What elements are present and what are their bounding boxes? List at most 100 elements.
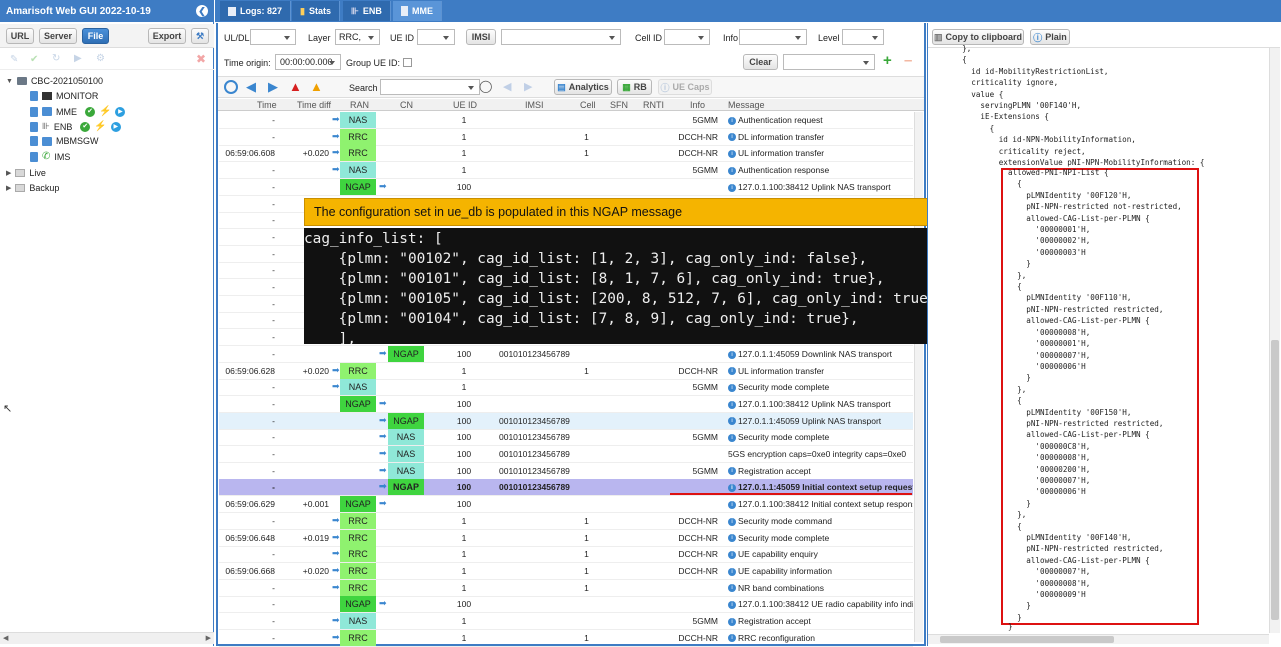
add-icon[interactable]: + [883, 53, 892, 69]
col-ran[interactable]: RAN [350, 100, 369, 110]
col-imsi[interactable]: IMSI [525, 100, 544, 110]
play-icon[interactable]: ▶ [74, 53, 82, 64]
direction-arrow-icon: ➡ [379, 347, 387, 358]
col-timediff[interactable]: Time diff [297, 100, 331, 110]
left-scrollbar[interactable]: ◀ ▶ [0, 632, 214, 644]
tab-mme[interactable]: MME [393, 1, 442, 21]
collapse-icon[interactable]: ❮ [196, 5, 208, 17]
scroll-right-icon[interactable]: ▶ [206, 634, 211, 642]
tool-icon[interactable]: ✎ [10, 54, 18, 65]
table-row[interactable]: - 1 1 DCCH-NR RRC ➡ i Security mode command [219, 512, 913, 530]
search-next-icon[interactable]: ▶ [524, 80, 532, 93]
table-row[interactable]: - 100 NGAP ➡ i 127.0.1.100:38412 Uplink NAS t… [219, 178, 913, 196]
tab-enb[interactable]: ⊪ ENB [343, 1, 391, 21]
uecaps-button[interactable]: ⓘ UE Caps [658, 79, 712, 95]
play-circle-icon[interactable]: ▶ [115, 106, 126, 117]
tree-item-ims[interactable]: ✆ IMS [30, 151, 70, 162]
table-row[interactable]: - 100 001010123456789 5GMM NAS ➡ i Registration… [219, 462, 913, 480]
table-row[interactable]: 06:59:06.668 +0.020 1 1 DCCH-NR RRC ➡ i UE capab… [219, 562, 913, 580]
info-icon: i [728, 383, 736, 392]
table-row[interactable]: - 1 5GMM NAS ➡ i Security mode complete [219, 379, 913, 397]
detail-hscroll-thumb[interactable] [940, 636, 1114, 643]
delete-icon[interactable]: ✖ [196, 52, 206, 66]
scroll-left-icon[interactable]: ◀ [3, 634, 8, 642]
clock-icon[interactable] [224, 80, 238, 94]
play-circle-icon[interactable]: ▶ [110, 121, 121, 132]
table-row[interactable]: 06:59:06.608 +0.020 1 1 DCCH-NR RRC ➡ i UL infor… [219, 145, 913, 163]
url-button[interactable]: URL [6, 28, 34, 44]
info-select[interactable] [739, 29, 807, 45]
analytics-button[interactable]: ▤ Analytics [554, 79, 612, 95]
binoculars-icon[interactable]: ◯ [479, 79, 492, 93]
rb-button[interactable]: ▦ RB [617, 79, 652, 95]
tab-logs[interactable]: Logs: 827 [220, 1, 292, 21]
table-row[interactable]: - 1 1 RRC ➡ i NR band combinations [219, 579, 913, 597]
message-text: Security mode complete [738, 382, 830, 393]
tree-item-mme[interactable]: MME ✔ ⚡ ▶ [30, 106, 126, 117]
table-row[interactable]: 06:59:06.648 +0.019 1 1 DCCH-NR RRC ➡ i Security… [219, 529, 913, 547]
tree-root[interactable]: ▼ CBC-2021050100 [6, 76, 103, 86]
cell-time: - [272, 382, 275, 393]
tree-item-monitor[interactable]: MONITOR [30, 91, 98, 101]
imsi-button[interactable]: IMSI [466, 29, 496, 45]
gear-icon[interactable]: ⚙ [96, 53, 105, 64]
server-button[interactable]: Server [39, 28, 77, 44]
uldl-select[interactable] [250, 29, 296, 45]
back-icon[interactable]: ◀ [246, 79, 256, 95]
table-row[interactable]: - 1 5GMM NAS ➡ i Authentication request [219, 112, 913, 129]
export-button[interactable]: Export [148, 28, 186, 44]
search-input[interactable] [380, 79, 480, 95]
detail-vscrollbar[interactable] [1269, 48, 1280, 633]
ran-badge: RRC [340, 145, 376, 162]
tree-live[interactable]: ▶ Live [6, 168, 46, 178]
col-time[interactable]: Time [257, 100, 277, 110]
col-cell[interactable]: Cell [580, 100, 596, 110]
col-ueid[interactable]: UE ID [453, 100, 477, 110]
ueid-select[interactable] [417, 29, 455, 45]
col-rnti[interactable]: RNTI [643, 100, 664, 110]
detail-vscroll-thumb[interactable] [1271, 340, 1279, 620]
clear-select[interactable] [783, 54, 875, 70]
tree-backup[interactable]: ▶ Backup [6, 183, 59, 193]
table-row[interactable]: - 1 5GMM NAS ➡ i Registration accept [219, 613, 913, 630]
table-row[interactable]: - 1 1 DCCH-NR RRC ➡ i UE capability enquiry [219, 546, 913, 564]
warning-icon[interactable]: ▲ [310, 79, 323, 94]
table-row[interactable]: - 100 001010123456789 NAS ➡ 5GS encryption ca… [219, 446, 913, 463]
file-button[interactable]: File [82, 28, 109, 44]
cell-ue-id: 1 [461, 382, 467, 393]
error-icon[interactable]: ▲ [289, 79, 302, 94]
cellid-select[interactable] [664, 29, 710, 45]
time-origin-input[interactable]: 00:00:00.000 [275, 54, 341, 70]
log-scrollbar[interactable] [914, 112, 923, 642]
tab-stats[interactable]: ▮ Stats [292, 1, 340, 21]
col-message[interactable]: Message [728, 100, 765, 110]
remove-icon[interactable]: – [904, 53, 912, 69]
table-row[interactable]: - 100 NGAP ➡ i 127.0.1.100:38412 UE radio cap… [219, 596, 913, 614]
table-row[interactable]: - 1 5GMM NAS ➡ i Authentication response [219, 162, 913, 180]
table-row[interactable]: - 100 001010123456789 NGAP ➡ i 127.0.1.1:45059… [219, 412, 913, 430]
table-row[interactable]: - 100 NGAP ➡ i 127.0.1.100:38412 Uplink NAS t… [219, 395, 913, 413]
table-row[interactable]: - 1 1 DCCH-NR RRC ➡ i RRC reconfiguration [219, 629, 913, 647]
search-prev-icon[interactable]: ◀ [503, 80, 511, 93]
table-row[interactable]: 06:59:06.629 +0.001 100 NGAP ➡ i 127.0.1.100:3… [219, 496, 913, 514]
refresh-icon[interactable]: ↻ [52, 53, 60, 64]
group-ueid-checkbox[interactable] [403, 58, 412, 67]
table-row[interactable]: - 100 001010123456789 NGAP ➡ i 127.0.1.1:45059… [219, 345, 913, 363]
detail-hscrollbar[interactable] [928, 634, 1269, 644]
settings-button[interactable]: ⚒ [191, 28, 209, 44]
col-sfn[interactable]: SFN [610, 100, 628, 110]
check-icon[interactable]: ✔ [30, 54, 38, 65]
imsi-select[interactable] [501, 29, 621, 45]
table-row[interactable]: - 100 001010123456789 5GMM NAS ➡ i Security mod… [219, 429, 913, 447]
table-row[interactable]: - 1 1 DCCH-NR RRC ➡ i DL information transfer [219, 128, 913, 146]
analytics-icon: ▤ [557, 81, 566, 92]
level-select[interactable] [842, 29, 884, 45]
table-row[interactable]: 06:59:06.628 +0.020 1 1 DCCH-NR RRC ➡ i UL infor… [219, 362, 913, 380]
layer-select[interactable]: RRC, [335, 29, 380, 45]
clear-button[interactable]: Clear [743, 54, 778, 70]
col-info[interactable]: Info [690, 100, 705, 110]
tree-item-enb[interactable]: ⊪ ENB ✔ ⚡ ▶ [30, 121, 121, 132]
forward-icon[interactable]: ▶ [268, 79, 278, 95]
col-cn[interactable]: CN [400, 100, 413, 110]
tree-item-mbmsgw[interactable]: MBMSGW [30, 136, 99, 146]
